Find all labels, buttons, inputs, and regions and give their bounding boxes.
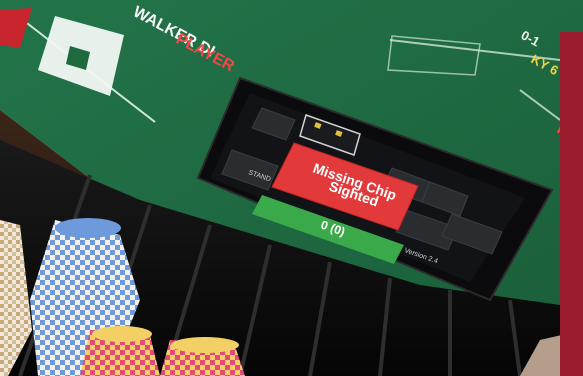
casino-table-photo: WALKER DI PLAYER PLAYER L8 0-1 KY 6 <box>0 0 583 376</box>
photo-stage: WALKER DI PLAYER PLAYER L8 0-1 KY 6 <box>0 0 583 376</box>
chip-stack-yellow-2-top <box>171 337 239 353</box>
chip-stack-yellow-1-top <box>92 326 152 342</box>
chip-stack-blue-top <box>55 218 121 238</box>
maroon-border-panel <box>560 32 583 376</box>
